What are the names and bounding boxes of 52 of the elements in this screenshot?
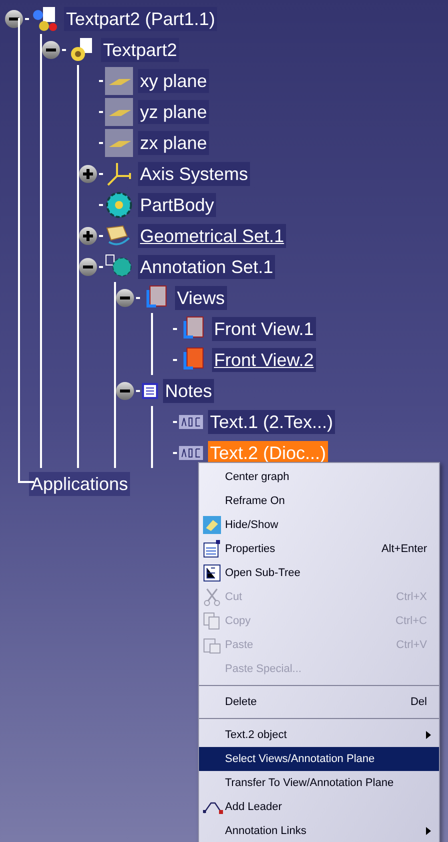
submenu-arrow-icon (426, 827, 431, 835)
properties-icon (203, 540, 221, 558)
plus-icon (82, 230, 94, 242)
tree-item-label[interactable]: Applications (29, 472, 130, 496)
plane-icon (105, 66, 133, 94)
hide-show-icon (203, 516, 221, 534)
collapse-button[interactable] (116, 382, 134, 400)
expand-button[interactable] (79, 226, 97, 244)
tree-item-label[interactable]: Textpart2 (Part1.1) (64, 6, 218, 30)
tree-item-label[interactable]: Geometrical Set.1 (138, 224, 286, 248)
tree-item-label[interactable]: Textpart2 (101, 38, 180, 62)
collapse-button[interactable] (116, 288, 134, 306)
tree-item-label[interactable]: Front View.2 (212, 348, 316, 372)
plus-icon (82, 168, 94, 180)
leader-arrow-icon (203, 800, 223, 814)
tree-item-label[interactable]: Text.1 (2.Tex...) (208, 410, 336, 434)
collapse-button[interactable] (5, 10, 23, 28)
tree-item-label[interactable]: xy plane (138, 68, 210, 92)
tree-item-label[interactable]: Views (175, 286, 227, 310)
menu-item[interactable]: Open Sub-Tree (199, 561, 439, 585)
copy-icon (203, 612, 221, 630)
collapse-button[interactable] (79, 258, 97, 276)
tree-item-label[interactable]: PartBody (138, 192, 216, 216)
tree-item-label[interactable]: yz plane (138, 100, 210, 124)
tree-item-label[interactable]: zx plane (138, 130, 210, 154)
plane-icon (105, 98, 133, 126)
gear-icon (105, 190, 133, 218)
plane-icon (105, 128, 133, 156)
menu-item[interactable]: Reframe On (199, 489, 439, 513)
paste-icon (203, 636, 221, 654)
menu-item[interactable]: Text.2 object (199, 723, 439, 747)
abc-text-icon (179, 446, 203, 460)
abc-text-icon (179, 414, 203, 428)
scissors-icon (203, 588, 221, 606)
menu-item[interactable]: Add Leader (199, 795, 439, 819)
menu-item[interactable]: Transfer To View/Annotation Plane (199, 771, 439, 795)
expand-button[interactable] (79, 164, 97, 182)
tree-item-label[interactable]: Annotation Set.1 (138, 254, 276, 278)
tree-item-label[interactable]: Axis Systems (138, 162, 250, 186)
menu-item[interactable]: Hide/Show (199, 513, 439, 537)
tree-item-label[interactable]: Notes (163, 378, 214, 402)
submenu-arrow-icon (426, 731, 431, 739)
menu-item[interactable]: Annotation Links (199, 819, 439, 842)
tree-icon (203, 564, 221, 582)
tree-item-label[interactable]: Front View.1 (212, 316, 316, 340)
menu-item[interactable]: Properties Alt+Enter (199, 537, 439, 561)
list-icon (142, 382, 158, 398)
collapse-button[interactable] (42, 40, 60, 58)
menu-item[interactable]: Select Views/Annotation Plane (199, 747, 439, 771)
assembly-icon (31, 4, 59, 32)
menu-item[interactable]: Center graph (199, 465, 439, 489)
menu-item[interactable]: Delete Del (199, 690, 439, 714)
